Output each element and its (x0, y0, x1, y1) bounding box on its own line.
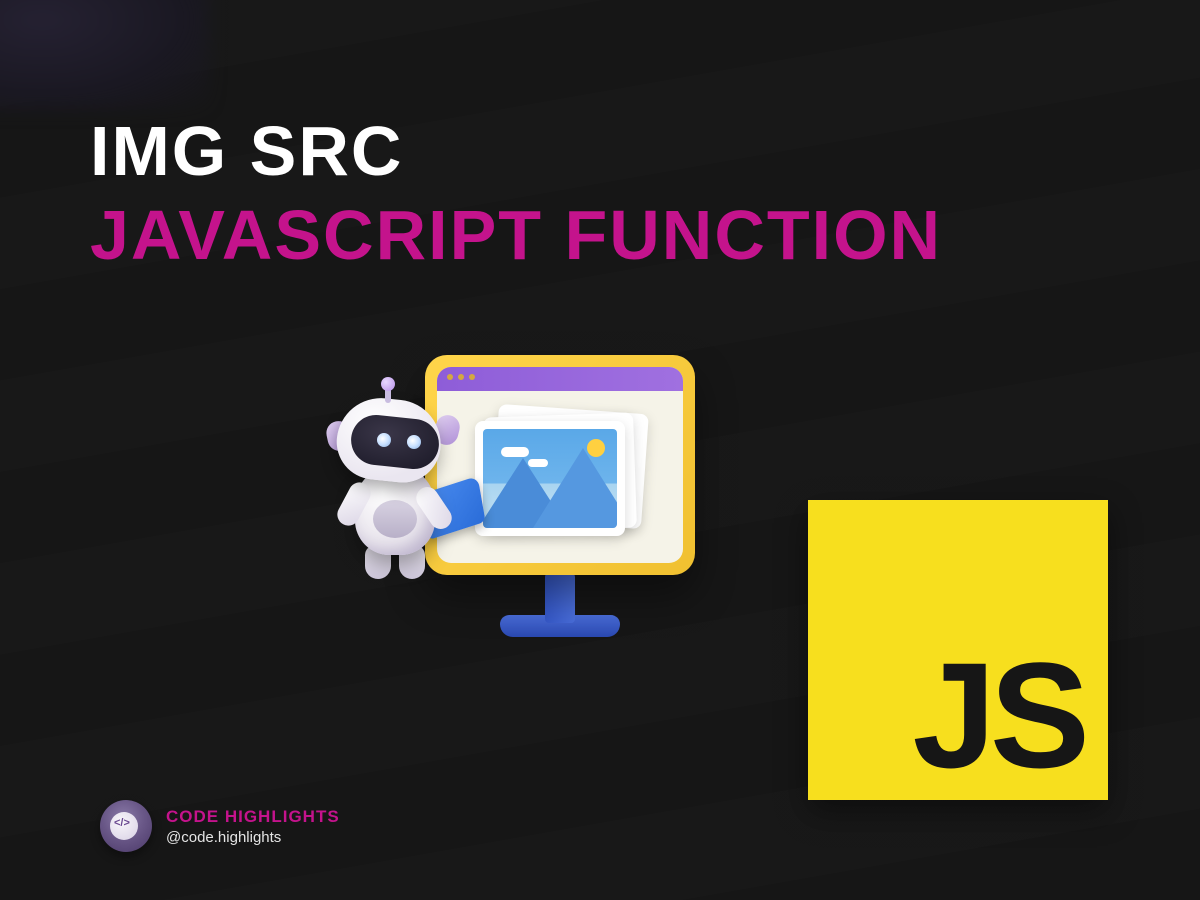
heading-line-2: JAVASCRIPT FUNCTION (90, 197, 942, 274)
monitor-icon (425, 355, 695, 575)
content-layer: IMG SRC JAVASCRIPT FUNCTION (0, 0, 1200, 900)
brand-name: CODE HIGHLIGHTS (166, 807, 340, 827)
hero-illustration (335, 335, 715, 675)
attribution-text: CODE HIGHLIGHTS @code.highlights (166, 807, 340, 846)
attribution: CODE HIGHLIGHTS @code.highlights (100, 800, 340, 852)
heading-line-1: IMG SRC (90, 115, 942, 189)
avatar (100, 800, 152, 852)
robot-mascot-icon (315, 385, 465, 595)
window-dots (447, 374, 475, 380)
javascript-logo: JS (808, 500, 1108, 800)
social-handle: @code.highlights (166, 829, 340, 846)
js-logo-text: JS (913, 640, 1084, 790)
monitor-screen (437, 367, 683, 563)
monitor-stand-neck (545, 573, 575, 623)
main-heading: IMG SRC JAVASCRIPT FUNCTION (90, 115, 942, 274)
image-stack-icon (475, 409, 645, 539)
